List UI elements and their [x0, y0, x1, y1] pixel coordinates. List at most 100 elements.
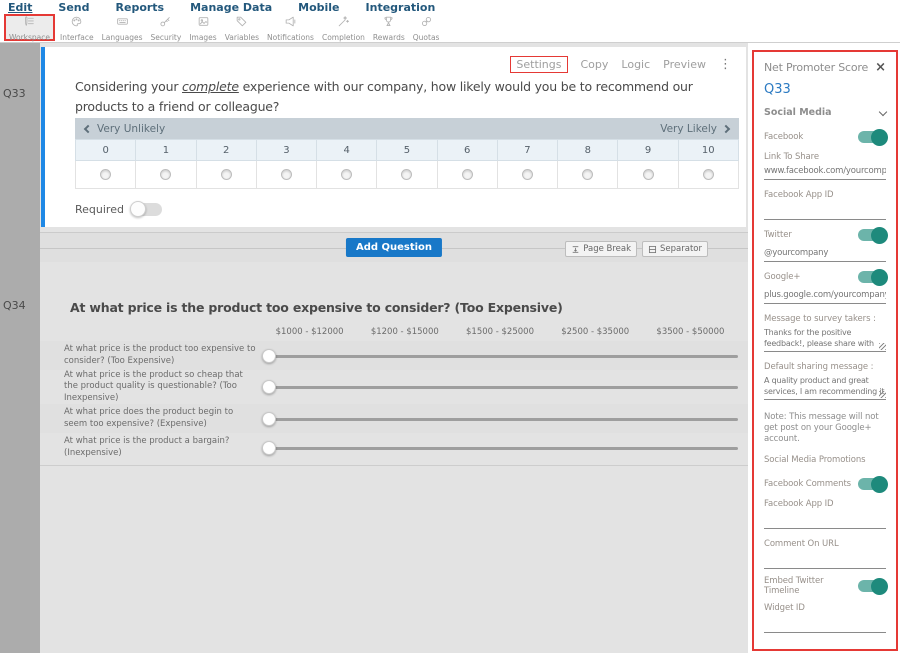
price-range-label: $1200 - $15000 — [357, 327, 452, 337]
nps-radio-7[interactable] — [522, 169, 533, 180]
toolbar-item-interface[interactable]: Interface — [57, 14, 97, 41]
nps-scale: Very Unlikely Very Likely 0 1 2 3 4 5 6 … — [75, 118, 739, 189]
social-media-section-header[interactable]: Social Media — [764, 106, 886, 118]
facebook-app-id2-input[interactable] — [764, 509, 886, 529]
widget-id-input[interactable] — [764, 613, 886, 633]
toolbar-item-languages[interactable]: Languages — [99, 14, 146, 41]
required-label: Required — [75, 203, 124, 216]
nps-radio-4[interactable] — [341, 169, 352, 180]
nps-number: 5 — [377, 139, 437, 161]
slider-track[interactable] — [270, 386, 738, 389]
link-to-share-input[interactable]: www.facebook.com/yourcompany — [764, 166, 886, 180]
image-icon — [195, 13, 212, 32]
slider-handle[interactable] — [262, 380, 276, 394]
q33-question-text[interactable]: Considering your complete experience wit… — [75, 77, 723, 117]
embed-twitter-toggle[interactable] — [858, 580, 886, 592]
nps-radio-2[interactable] — [221, 169, 232, 180]
close-icon[interactable]: × — [875, 61, 886, 74]
facebook-comments-toggle[interactable] — [858, 478, 886, 490]
keyboard-icon — [114, 13, 131, 32]
menu-edit[interactable]: Edit — [8, 1, 32, 14]
nps-scale-header: Very Unlikely Very Likely — [75, 118, 739, 139]
nps-number: 7 — [498, 139, 558, 161]
menu-send[interactable]: Send — [58, 1, 89, 14]
right-zone: Net Promoter Score × Q33 Social Media Fa… — [748, 43, 900, 653]
toolbar-item-notifications[interactable]: Notifications — [264, 14, 317, 41]
facebook-app-id2-label: Facebook App ID — [764, 499, 886, 509]
nps-settings-panel: Net Promoter Score × Q33 Social Media Fa… — [752, 50, 898, 651]
question-card-q34: At what price is the product too expensi… — [40, 262, 748, 466]
toolbar-item-variables[interactable]: Variables — [222, 14, 262, 41]
toolbar-item-completion[interactable]: Completion — [319, 14, 368, 41]
tag-icon — [233, 13, 250, 32]
more-options-icon[interactable]: ⋮ — [719, 57, 732, 72]
nps-left-anchor[interactable]: Very Unlikely — [85, 123, 165, 135]
widget-id-label: Widget ID — [764, 603, 886, 613]
nps-number: 1 — [136, 139, 196, 161]
google-plus-input[interactable]: plus.google.com/yourcompany — [764, 290, 886, 304]
menu-manage-data[interactable]: Manage Data — [190, 1, 272, 14]
facebook-row: Facebook — [764, 130, 886, 144]
chevron-right-icon — [722, 124, 730, 132]
comment-on-url-input[interactable] — [764, 549, 886, 569]
separator-button[interactable]: Separator — [642, 241, 708, 257]
menu-integration[interactable]: Integration — [366, 1, 436, 14]
facebook-app-id-input[interactable] — [764, 200, 886, 220]
nps-radio-3[interactable] — [281, 169, 292, 180]
preview-button[interactable]: Preview — [663, 58, 706, 71]
slider-track[interactable] — [270, 355, 738, 358]
logic-button[interactable]: Logic — [621, 58, 650, 71]
add-question-button[interactable]: Add Question — [346, 238, 442, 257]
required-toggle[interactable] — [132, 203, 162, 216]
nps-radio-0[interactable] — [100, 169, 111, 180]
add-question-bar: Add Question Page Break Separator — [40, 232, 748, 262]
copy-button[interactable]: Copy — [581, 58, 609, 71]
message-textarea[interactable]: Thanks for the positive feedback!, pleas… — [764, 327, 886, 352]
slider-track[interactable] — [270, 418, 738, 421]
menu-reports[interactable]: Reports — [116, 1, 165, 14]
promotions-label: Social Media Promotions — [764, 455, 886, 465]
google-plus-toggle[interactable] — [858, 271, 886, 283]
facebook-app-id-label: Facebook App ID — [764, 190, 886, 200]
twitter-row: Twitter — [764, 228, 886, 242]
page-break-button[interactable]: Page Break — [565, 241, 637, 257]
toolbar-item-quotas[interactable]: Quotas — [410, 14, 443, 41]
facebook-comments-row: Facebook Comments — [764, 477, 886, 491]
nps-radio-9[interactable] — [643, 169, 654, 180]
sharing-message-textarea[interactable]: A quality product and great services, I … — [764, 375, 886, 400]
menu-mobile[interactable]: Mobile — [298, 1, 339, 14]
q34-question-text[interactable]: At what price is the product too expensi… — [70, 300, 748, 315]
slider-handle[interactable] — [262, 349, 276, 363]
nps-right-anchor[interactable]: Very Likely — [660, 123, 729, 135]
twitter-handle-input[interactable]: @yourcompany — [764, 248, 886, 262]
key-icon — [157, 13, 174, 32]
toolbar-item-security[interactable]: Security — [148, 14, 185, 41]
nps-radio-10[interactable] — [703, 169, 714, 180]
nps-radio-1[interactable] — [160, 169, 171, 180]
panel-question-code[interactable]: Q33 — [764, 82, 886, 96]
toolbar-item-images[interactable]: Images — [186, 14, 219, 41]
toolbar-item-workspace[interactable]: Workspace — [4, 14, 55, 41]
links-icon — [418, 13, 435, 32]
nps-radio-6[interactable] — [462, 169, 473, 180]
slider-handle[interactable] — [262, 441, 276, 455]
toolbar-item-rewards[interactable]: Rewards — [370, 14, 408, 41]
slider-handle[interactable] — [262, 412, 276, 426]
facebook-toggle[interactable] — [858, 131, 886, 143]
slider-track[interactable] — [270, 447, 738, 450]
nps-radio-5[interactable] — [401, 169, 412, 180]
twitter-toggle[interactable] — [858, 229, 886, 241]
nps-number: 10 — [679, 139, 739, 161]
required-row: Required — [75, 203, 162, 216]
question-actions: Settings Copy Logic Preview ⋮ — [510, 56, 732, 73]
resize-grip-icon[interactable] — [879, 391, 886, 398]
divider-line — [40, 465, 748, 466]
nps-number: 4 — [317, 139, 377, 161]
settings-button[interactable]: Settings — [510, 56, 567, 73]
nps-radio-8[interactable] — [582, 169, 593, 180]
survey-canvas: Settings Copy Logic Preview ⋮ Considerin… — [40, 43, 748, 653]
question-number-rail: Q33 Q34 — [0, 43, 40, 653]
slider-row: At what price does the product begin to … — [40, 404, 748, 433]
resize-grip-icon[interactable] — [879, 343, 886, 350]
slider-row: At what price is the product so cheap th… — [40, 370, 748, 404]
